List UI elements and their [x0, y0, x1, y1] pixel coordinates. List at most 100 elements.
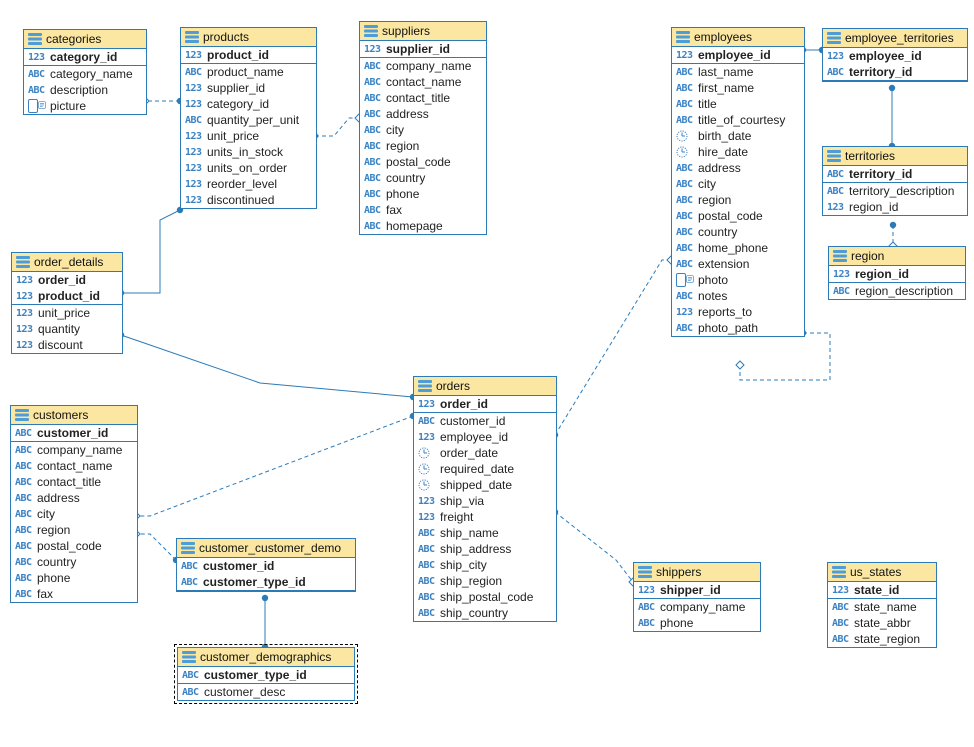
column[interactable]: contact_name — [360, 74, 486, 90]
table-suppliers[interactable]: supplierssupplier_idcompany_namecontact_… — [359, 21, 487, 235]
column[interactable]: phone — [360, 186, 486, 202]
column[interactable]: phone — [11, 570, 137, 586]
column[interactable]: postal_code — [11, 538, 137, 554]
column[interactable]: quantity_per_unit — [181, 112, 316, 128]
table-orders[interactable]: ordersorder_idcustomer_idemployee_idorde… — [413, 376, 557, 622]
column[interactable]: address — [672, 160, 804, 176]
column[interactable]: state_region — [828, 631, 936, 647]
column[interactable]: country — [11, 554, 137, 570]
table-header[interactable]: customers — [11, 406, 137, 425]
column[interactable]: ship_name — [414, 525, 556, 541]
column[interactable]: postal_code — [360, 154, 486, 170]
column[interactable]: reports_to — [672, 304, 804, 320]
column[interactable]: city — [360, 122, 486, 138]
column[interactable]: region — [360, 138, 486, 154]
pk-column[interactable]: region_id — [829, 266, 965, 282]
column[interactable]: discount — [12, 337, 122, 353]
pk-column[interactable]: customer_type_id — [177, 574, 355, 590]
column[interactable]: fax — [11, 586, 137, 602]
column[interactable]: customer_desc — [178, 684, 354, 700]
column[interactable]: photo — [672, 272, 804, 288]
table-header[interactable]: employees — [672, 28, 804, 47]
pk-column[interactable]: product_id — [181, 47, 316, 63]
column[interactable]: product_name — [181, 64, 316, 80]
column[interactable]: ship_country — [414, 605, 556, 621]
column[interactable]: ship_postal_code — [414, 589, 556, 605]
column[interactable]: homepage — [360, 218, 486, 234]
column[interactable]: address — [360, 106, 486, 122]
table-customers[interactable]: customerscustomer_idcompany_namecontact_… — [10, 405, 138, 603]
table-header[interactable]: shippers — [634, 563, 760, 582]
pk-column[interactable]: shipper_id — [634, 582, 760, 598]
column[interactable]: hire_date — [672, 144, 804, 160]
column[interactable]: unit_price — [181, 128, 316, 144]
column[interactable]: contact_name — [11, 458, 137, 474]
column[interactable]: description — [24, 82, 146, 98]
pk-column[interactable]: customer_id — [11, 425, 137, 441]
table-header[interactable]: orders — [414, 377, 556, 396]
table-header[interactable]: customer_demographics — [178, 648, 354, 667]
column[interactable]: discontinued — [181, 192, 316, 208]
column[interactable]: contact_title — [11, 474, 137, 490]
column[interactable]: region_id — [823, 199, 967, 215]
column[interactable]: order_date — [414, 445, 556, 461]
column[interactable]: ship_address — [414, 541, 556, 557]
table-territories[interactable]: territoriesterritory_idterritory_descrip… — [822, 146, 968, 216]
column[interactable]: category_id — [181, 96, 316, 112]
table-employee_territories[interactable]: employee_territoriesemployee_idterritory… — [822, 28, 968, 82]
column[interactable]: ship_via — [414, 493, 556, 509]
table-customer_demographics[interactable]: customer_demographicscustomer_type_idcus… — [177, 647, 355, 701]
column[interactable]: required_date — [414, 461, 556, 477]
column[interactable]: photo_path — [672, 320, 804, 336]
column[interactable]: extension — [672, 256, 804, 272]
table-employees[interactable]: employeesemployee_idlast_namefirst_namet… — [671, 27, 805, 337]
pk-column[interactable]: category_id — [24, 49, 146, 65]
pk-column[interactable]: state_id — [828, 582, 936, 598]
column[interactable]: notes — [672, 288, 804, 304]
column[interactable]: units_on_order — [181, 160, 316, 176]
table-header[interactable]: territories — [823, 147, 967, 166]
column[interactable]: company_name — [11, 442, 137, 458]
column[interactable]: region — [672, 192, 804, 208]
column[interactable]: ship_region — [414, 573, 556, 589]
column[interactable]: unit_price — [12, 305, 122, 321]
column[interactable]: title — [672, 96, 804, 112]
column[interactable]: ship_city — [414, 557, 556, 573]
pk-column[interactable]: product_id — [12, 288, 122, 304]
column[interactable]: category_name — [24, 66, 146, 82]
column[interactable]: reorder_level — [181, 176, 316, 192]
table-header[interactable]: suppliers — [360, 22, 486, 41]
column[interactable]: city — [11, 506, 137, 522]
column[interactable]: contact_title — [360, 90, 486, 106]
table-header[interactable]: categories — [24, 30, 146, 49]
pk-column[interactable]: customer_type_id — [178, 667, 354, 683]
table-header[interactable]: region — [829, 247, 965, 266]
column[interactable]: picture — [24, 98, 146, 114]
column[interactable]: freight — [414, 509, 556, 525]
column[interactable]: state_name — [828, 599, 936, 615]
table-categories[interactable]: categoriescategory_idcategory_namedescri… — [23, 29, 147, 115]
table-products[interactable]: productsproduct_idproduct_namesupplier_i… — [180, 27, 317, 209]
table-us_states[interactable]: us_statesstate_idstate_namestate_abbrsta… — [827, 562, 937, 648]
column[interactable]: title_of_courtesy — [672, 112, 804, 128]
column[interactable]: units_in_stock — [181, 144, 316, 160]
pk-column[interactable]: order_id — [414, 396, 556, 412]
column[interactable]: country — [672, 224, 804, 240]
table-header[interactable]: us_states — [828, 563, 936, 582]
column[interactable]: address — [11, 490, 137, 506]
pk-column[interactable]: order_id — [12, 272, 122, 288]
column[interactable]: state_abbr — [828, 615, 936, 631]
column[interactable]: shipped_date — [414, 477, 556, 493]
column[interactable]: customer_id — [414, 413, 556, 429]
column[interactable]: supplier_id — [181, 80, 316, 96]
pk-column[interactable]: employee_id — [823, 48, 967, 64]
column[interactable]: company_name — [634, 599, 760, 615]
column[interactable]: quantity — [12, 321, 122, 337]
table-region[interactable]: regionregion_idregion_description — [828, 246, 966, 300]
pk-column[interactable]: supplier_id — [360, 41, 486, 57]
column[interactable]: region_description — [829, 283, 965, 299]
table-customer_customer_demo[interactable]: customer_customer_democustomer_idcustome… — [176, 538, 356, 592]
pk-column[interactable]: customer_id — [177, 558, 355, 574]
column[interactable]: region — [11, 522, 137, 538]
column[interactable]: city — [672, 176, 804, 192]
